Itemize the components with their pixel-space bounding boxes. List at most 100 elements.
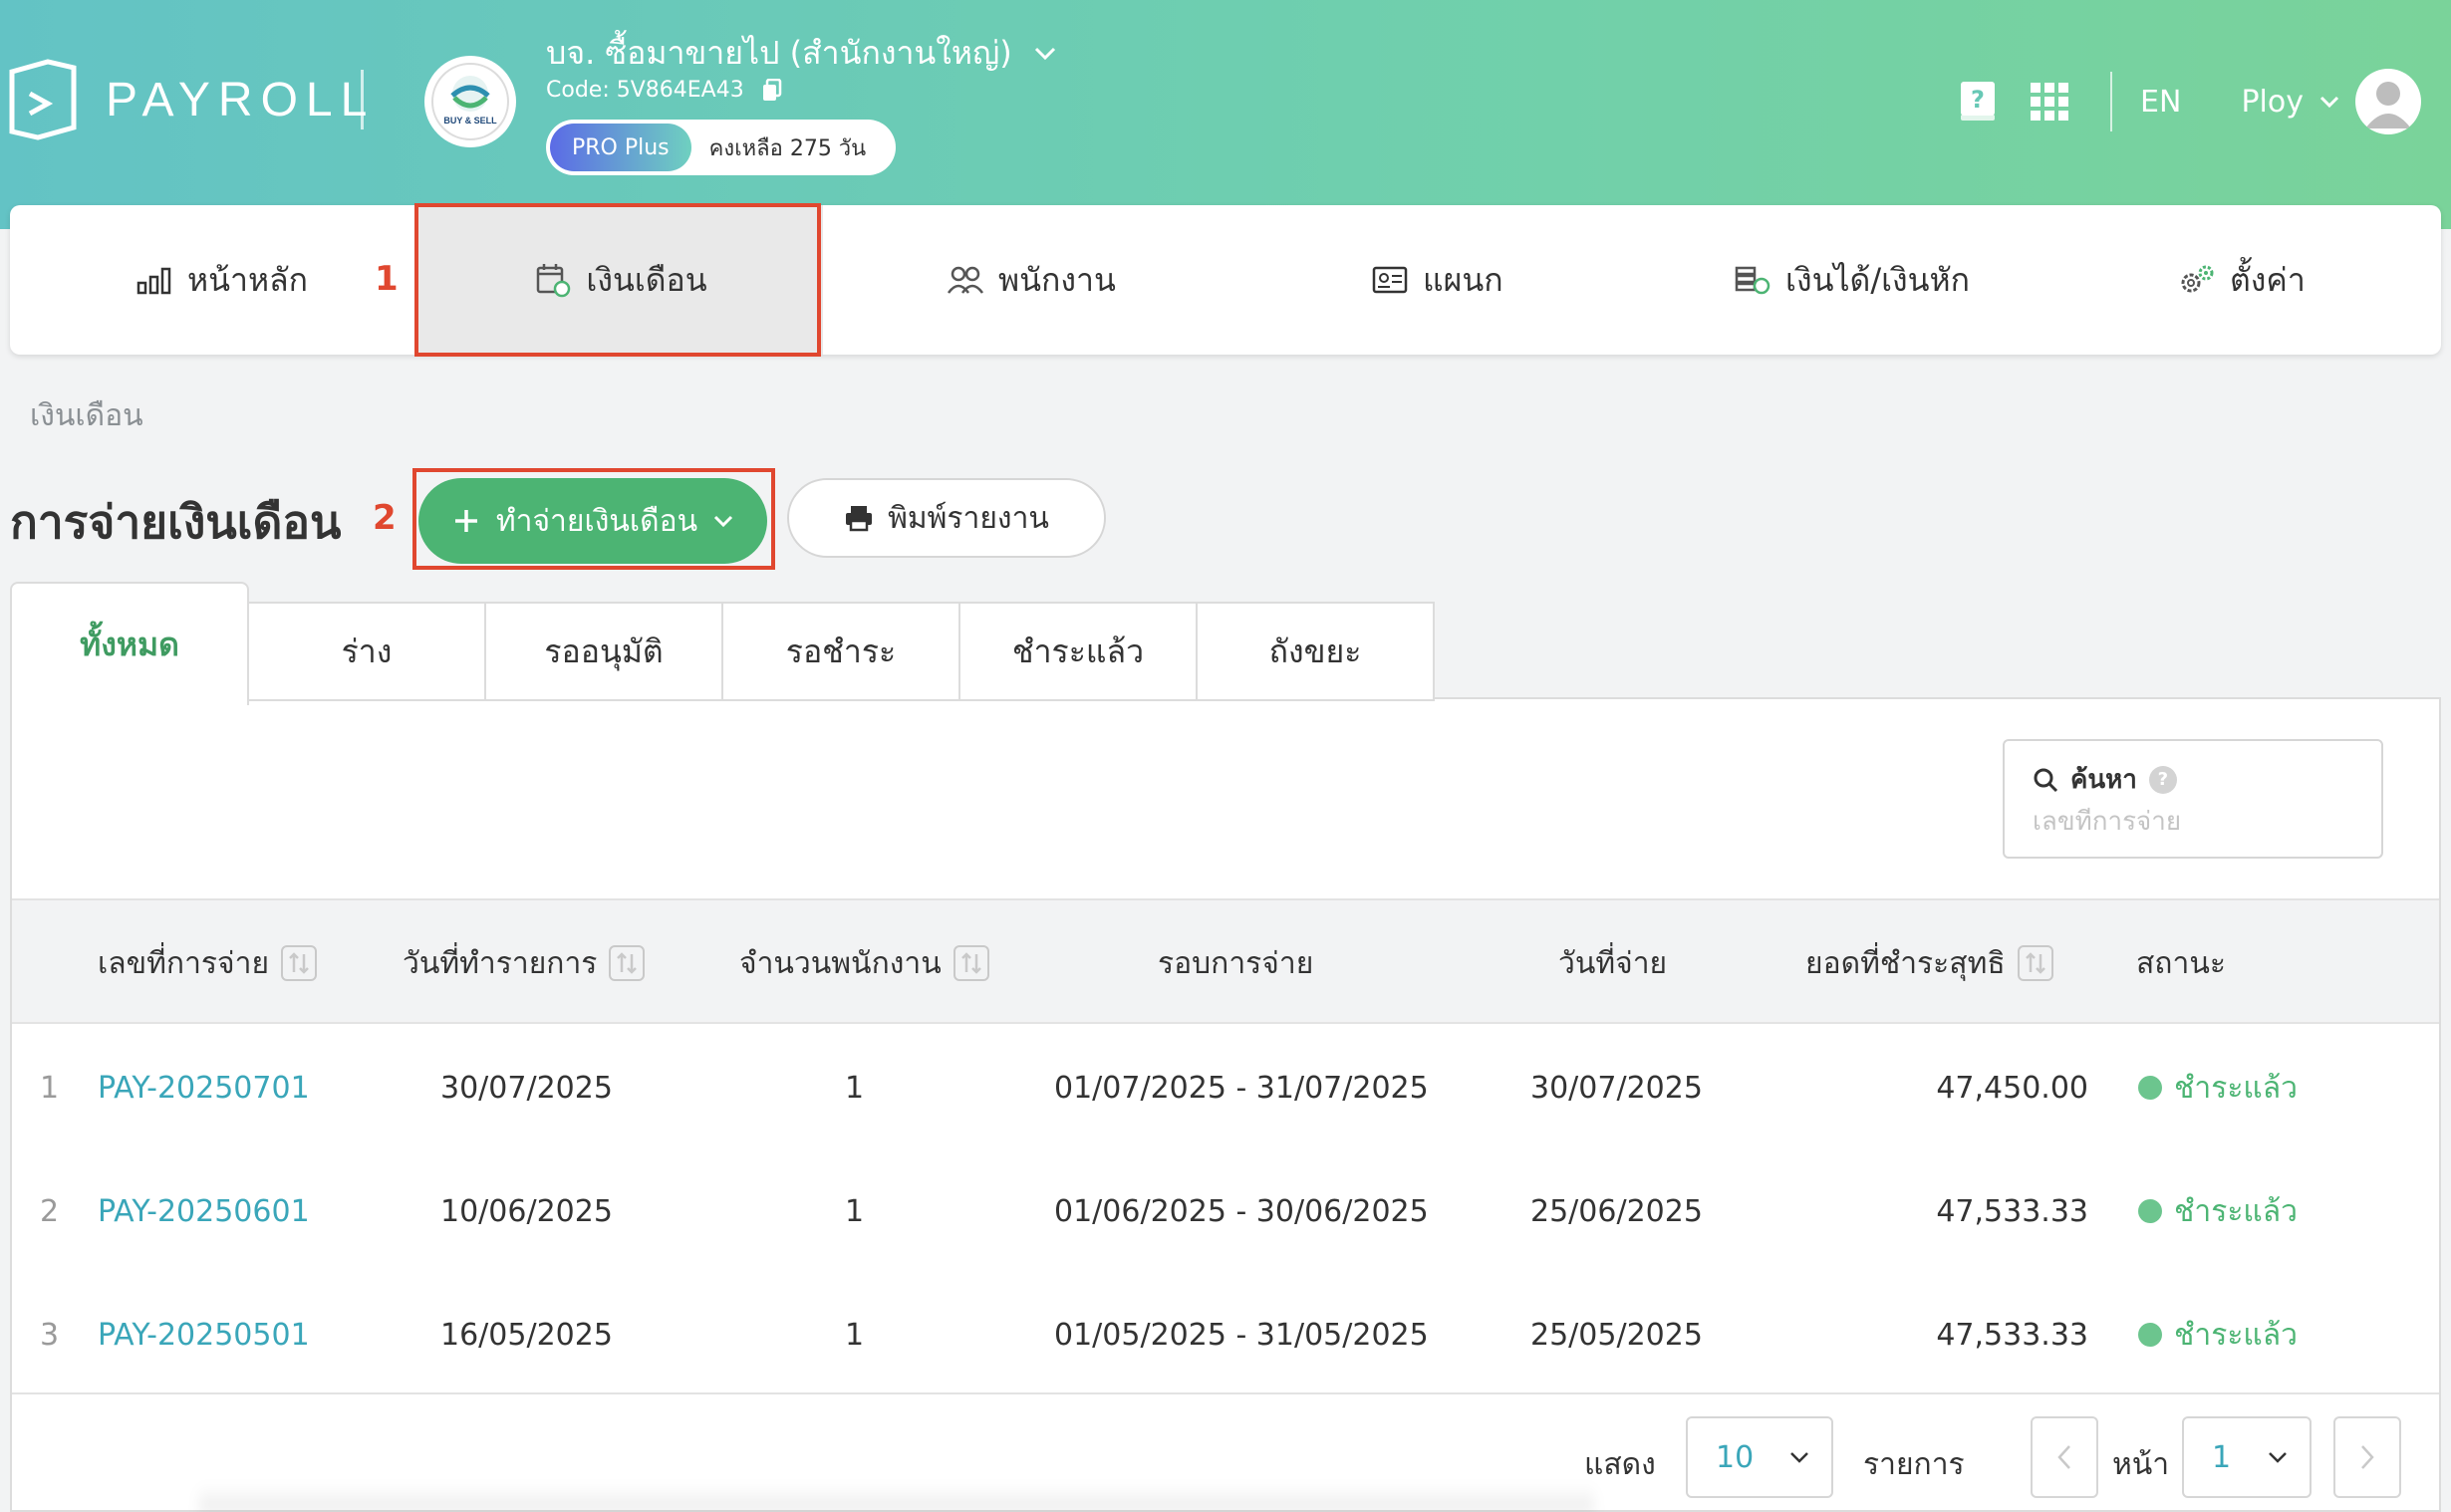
company-code-row: Code: 5V864EA43 — [546, 78, 782, 103]
nav-item-settings[interactable]: ตั้งค่า — [2178, 205, 2306, 355]
tab-all[interactable]: ทั้งหมด — [10, 582, 249, 705]
created-date: 30/07/2025 — [440, 1070, 613, 1106]
sort-icon[interactable] — [953, 945, 989, 981]
tab-trash[interactable]: ถังขยะ — [1196, 602, 1435, 701]
pay-period: 01/06/2025 - 30/06/2025 — [1054, 1193, 1429, 1229]
users-icon — [947, 261, 984, 299]
column-header-label: ยอดที่ชำระสุทธิ — [1805, 945, 2006, 981]
created-date: 16/05/2025 — [440, 1317, 613, 1353]
chevron-down-icon — [2269, 1452, 2287, 1463]
chevron-left-icon — [2057, 1445, 2070, 1469]
pay-date: 25/05/2025 — [1530, 1317, 1703, 1353]
chevron-down-icon — [1790, 1452, 1808, 1463]
table-row: 2 PAY-20250601 10/06/2025 1 01/06/2025 -… — [12, 1149, 2439, 1273]
next-page-button[interactable] — [2333, 1416, 2401, 1498]
avatar-icon[interactable] — [2355, 69, 2421, 134]
search-input[interactable] — [2033, 807, 2361, 837]
tab-draft[interactable]: ร่าง — [247, 602, 486, 701]
pay-date: 30/07/2025 — [1530, 1070, 1703, 1106]
column-header-created-date[interactable]: วันที่ทำรายการ — [403, 900, 646, 1026]
net-amount: 47,533.33 — [1936, 1317, 2088, 1353]
nav-item-employees[interactable]: พนักงาน — [947, 205, 1116, 355]
table-divider — [12, 1392, 2439, 1394]
nav-item-home[interactable]: หน้าหลัก — [136, 205, 308, 355]
column-header-label: วันที่ทำรายการ — [403, 945, 598, 981]
pay-period: 01/05/2025 - 31/05/2025 — [1054, 1317, 1429, 1353]
payment-id-link[interactable]: PAY-20250601 — [98, 1149, 310, 1273]
annotation-number-1: 1 — [375, 259, 399, 299]
column-header-label: สถานะ — [2136, 945, 2226, 981]
column-header-label: วันที่จ่าย — [1558, 945, 1668, 981]
prev-page-button[interactable] — [2031, 1416, 2098, 1498]
nav-item-department[interactable]: แผนก — [1371, 205, 1503, 355]
gears-icon — [2178, 261, 2216, 299]
user-name: Ploy — [2241, 84, 2304, 120]
copy-icon[interactable] — [762, 78, 782, 103]
chevron-right-icon — [2361, 1445, 2374, 1469]
search-label-row: ค้นหา ? — [2033, 759, 2177, 800]
employee-count: 1 — [845, 1317, 865, 1353]
print-report-button[interactable]: พิมพ์รายงาน — [787, 478, 1106, 558]
plan-days-remaining: คงเหลือ 275 วัน — [708, 135, 867, 161]
status-dot-icon — [2138, 1076, 2162, 1100]
language-switch[interactable]: EN — [2140, 85, 2181, 120]
status-dot-icon — [2138, 1323, 2162, 1347]
id-card-icon — [1371, 261, 1409, 299]
pay-date: 25/06/2025 — [1530, 1193, 1703, 1229]
tab-pending-approval[interactable]: รออนุมัติ — [484, 602, 723, 701]
column-header-pay-period: รอบการจ่าย — [1158, 900, 1313, 1026]
column-header-status: สถานะ — [2136, 900, 2226, 1026]
payment-id-link[interactable]: PAY-20250701 — [98, 1026, 310, 1149]
help-icon[interactable]: ? — [2148, 765, 2177, 794]
logo-text: PAYROLL — [106, 73, 376, 126]
page-size-value: 10 — [1716, 1439, 1755, 1475]
column-header-label: จำนวนพนักงาน — [739, 945, 942, 981]
chevron-down-icon — [2319, 96, 2339, 108]
sort-icon[interactable] — [2017, 945, 2053, 981]
employee-count: 1 — [845, 1193, 865, 1229]
status-label: ชำระแล้ว — [2174, 1317, 2298, 1353]
column-header-net-amount[interactable]: ยอดที่ชำระสุทธิ — [1805, 900, 2053, 1026]
page-size-select[interactable]: 10 — [1686, 1416, 1833, 1498]
company-name: บจ. ซื้อมาขายไป (สำนักงานใหญ่) — [546, 34, 1012, 72]
tab-pending-payment[interactable]: รอชำระ — [721, 602, 960, 701]
plan-pill: PRO Plus คงเหลือ 275 วัน — [546, 120, 897, 175]
items-label: รายการ — [1863, 1446, 1965, 1482]
money-stack-icon — [1734, 261, 1771, 299]
column-header-employee-count[interactable]: จำนวนพนักงาน — [739, 900, 989, 1026]
company-logo[interactable]: BUY & SELL — [424, 56, 516, 147]
pay-period: 01/07/2025 - 31/07/2025 — [1054, 1070, 1429, 1106]
search-label: ค้นหา — [2070, 765, 2137, 795]
payment-id-link[interactable]: PAY-20250501 — [98, 1273, 310, 1396]
column-header-label: รอบการจ่าย — [1158, 945, 1314, 981]
sort-icon[interactable] — [609, 945, 646, 981]
highlight-box-salary-tab — [414, 203, 821, 357]
bottom-shadow — [199, 1484, 1594, 1512]
user-menu[interactable]: Ploy — [2241, 69, 2431, 134]
sort-icon[interactable] — [281, 945, 318, 981]
row-index: 2 — [40, 1193, 60, 1229]
company-selector[interactable]: บจ. ซื้อมาขายไป (สำนักงานใหญ่) — [546, 28, 1056, 79]
status-label: ชำระแล้ว — [2174, 1193, 2298, 1229]
breadcrumb: เงินเดือน — [30, 398, 143, 433]
svg-text:?: ? — [1971, 86, 1985, 114]
plan-badge: PRO Plus — [550, 124, 691, 171]
status-label: ชำระแล้ว — [2174, 1070, 2298, 1106]
row-index: 3 — [40, 1317, 60, 1353]
help-book-icon[interactable]: ? — [1955, 79, 2001, 125]
page-title: การจ่ายเงินเดือน — [10, 495, 342, 549]
nav-item-income-deduction[interactable]: เงินได้/เงินหัก — [1734, 205, 1970, 355]
show-label: แสดง — [1584, 1446, 1656, 1482]
apps-grid-icon[interactable] — [2027, 79, 2072, 125]
tab-paid[interactable]: ชำระแล้ว — [958, 602, 1198, 701]
table-header: เลขที่การจ่าย วันที่ทำรายการ จำนวนพนักงา… — [12, 898, 2439, 1024]
nav-item-label: เงินได้/เงินหัก — [1785, 260, 1970, 299]
column-header-pay-date: วันที่จ่าย — [1558, 900, 1667, 1026]
net-amount: 47,450.00 — [1936, 1070, 2088, 1106]
column-header-payment-no[interactable]: เลขที่การจ่าย — [98, 900, 318, 1026]
page-number-select[interactable]: 1 — [2182, 1416, 2312, 1498]
column-header-label: เลขที่การจ่าย — [98, 945, 270, 981]
chevron-down-icon — [1034, 47, 1055, 60]
payroll-logo[interactable]: PAYROLL — [8, 58, 375, 141]
header-divider — [361, 70, 364, 129]
